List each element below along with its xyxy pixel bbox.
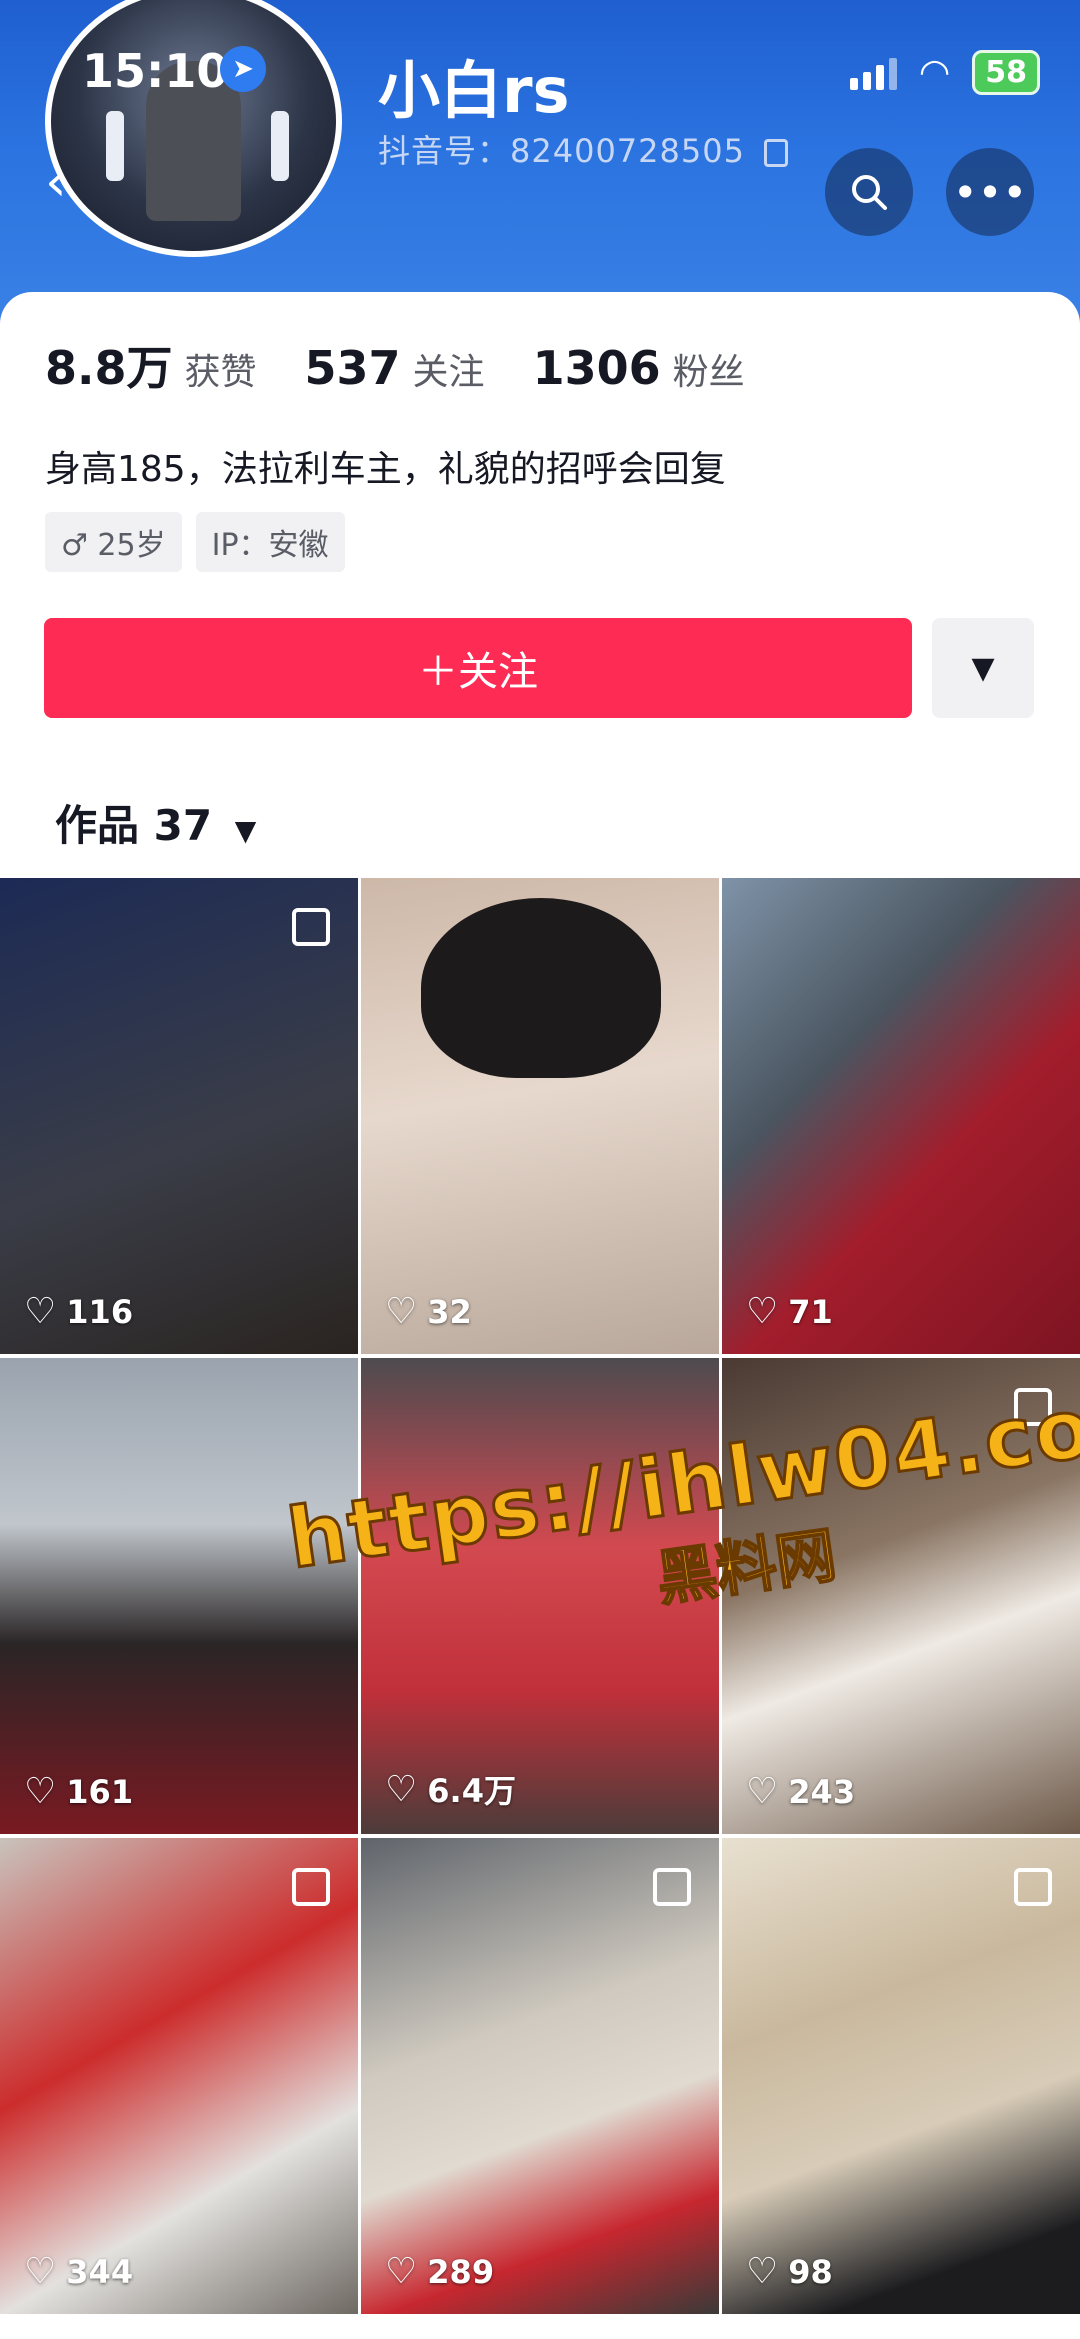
wifi-icon: ◠ — [918, 52, 951, 93]
douyin-id: 抖音号：82400728505 — [378, 126, 789, 172]
battery-indicator: 58 — [972, 50, 1040, 95]
like-count: ♡ 344 — [24, 2251, 134, 2292]
like-count: ♡ 289 — [385, 2251, 495, 2292]
profile-header: 15:10 ➤ ‹ 小白rs 抖音号：82400728505 ◠ 58 ••• — [0, 0, 1080, 330]
gender-age-tag: ♂ 25岁 — [45, 512, 182, 572]
video-thumbnail[interactable]: ♡ 161 — [0, 1358, 358, 1834]
heart-icon: ♡ — [385, 2251, 418, 2292]
video-thumbnail[interactable]: ♡ 344 — [0, 1838, 358, 2314]
heart-icon: ♡ — [746, 1291, 779, 1332]
avatar-bottle — [271, 111, 289, 181]
heart-icon: ♡ — [746, 1771, 779, 1812]
video-thumbnail[interactable]: ♡ 116 — [0, 878, 358, 1354]
video-thumbnail[interactable]: ♡ 289 — [361, 1838, 719, 2314]
video-thumbnail[interactable]: ♡ 71 — [722, 878, 1080, 1354]
cellular-signal-icon — [849, 56, 897, 90]
like-count: ♡ 32 — [385, 1291, 472, 1332]
like-count: ♡ 71 — [746, 1291, 833, 1332]
dropdown-button[interactable]: ▼ — [932, 618, 1034, 718]
stat-followers[interactable]: 1306 粉丝 — [533, 341, 745, 395]
douyin-id-text: 抖音号：82400728505 — [378, 132, 745, 170]
multi-image-icon — [292, 1868, 330, 1906]
stat-label: 关注 — [412, 352, 485, 393]
heart-icon: ♡ — [746, 2251, 779, 2292]
profile-tags: ♂ 25岁 IP：安徽 — [45, 512, 345, 572]
search-button[interactable] — [825, 148, 913, 236]
stat-label: 获赞 — [184, 352, 257, 393]
stat-following[interactable]: 537 关注 — [305, 341, 485, 395]
status-indicators: ◠ 58 — [849, 50, 1040, 95]
stats-row: 8.8万 获赞 537 关注 1306 粉丝 — [45, 332, 745, 398]
works-tab-label: 作品 37 — [55, 801, 213, 850]
heart-icon: ♡ — [24, 2251, 57, 2292]
works-tab[interactable]: 作品 37 ▼ — [55, 792, 256, 853]
more-options-button[interactable]: ••• — [946, 148, 1034, 236]
video-thumbnail[interactable]: ♡ 6.4万 — [361, 1358, 719, 1834]
search-icon — [852, 175, 887, 210]
video-thumbnail[interactable]: ♡ 243 — [722, 1358, 1080, 1834]
status-time: 15:10 — [82, 44, 229, 98]
like-count: ♡ 161 — [24, 1771, 134, 1812]
stat-likes[interactable]: 8.8万 获赞 — [45, 332, 257, 398]
ip-location-tag: IP：安徽 — [195, 512, 345, 572]
multi-image-icon — [1014, 1868, 1052, 1906]
heart-icon: ♡ — [385, 1768, 418, 1810]
heart-icon: ♡ — [24, 1771, 57, 1812]
bio-text: 身高185，法拉利车主，礼貌的招呼会回复 — [45, 449, 726, 490]
follow-button[interactable]: ＋关注 — [44, 618, 912, 718]
like-count: ♡ 116 — [24, 1291, 134, 1332]
video-thumbnail[interactable]: ♡ 98 — [722, 1838, 1080, 2314]
heart-icon: ♡ — [24, 1291, 57, 1332]
multi-image-icon — [292, 908, 330, 946]
stat-value: 1306 — [532, 341, 661, 395]
like-count: ♡ 6.4万 — [385, 1768, 516, 1811]
stat-label: 粉丝 — [672, 352, 745, 393]
back-button[interactable]: ‹ — [45, 150, 115, 230]
video-thumbnail[interactable]: ♡ 32 — [361, 878, 719, 1354]
triangle-down-icon: ▼ — [971, 650, 995, 686]
heart-icon: ♡ — [385, 1291, 418, 1332]
username: 小白rs — [378, 54, 570, 127]
location-arrow-icon: ➤ — [220, 46, 266, 92]
copy-icon[interactable] — [764, 139, 789, 167]
multi-image-icon — [1014, 1388, 1052, 1426]
like-count: ♡ 98 — [746, 2251, 833, 2292]
multi-image-icon — [653, 1868, 691, 1906]
like-count: ♡ 243 — [746, 1771, 856, 1812]
more-dots-icon: ••• — [952, 167, 1028, 217]
stat-value: 537 — [304, 341, 401, 395]
triangle-down-icon: ▼ — [234, 814, 257, 847]
stat-value: 8.8万 — [45, 341, 173, 395]
